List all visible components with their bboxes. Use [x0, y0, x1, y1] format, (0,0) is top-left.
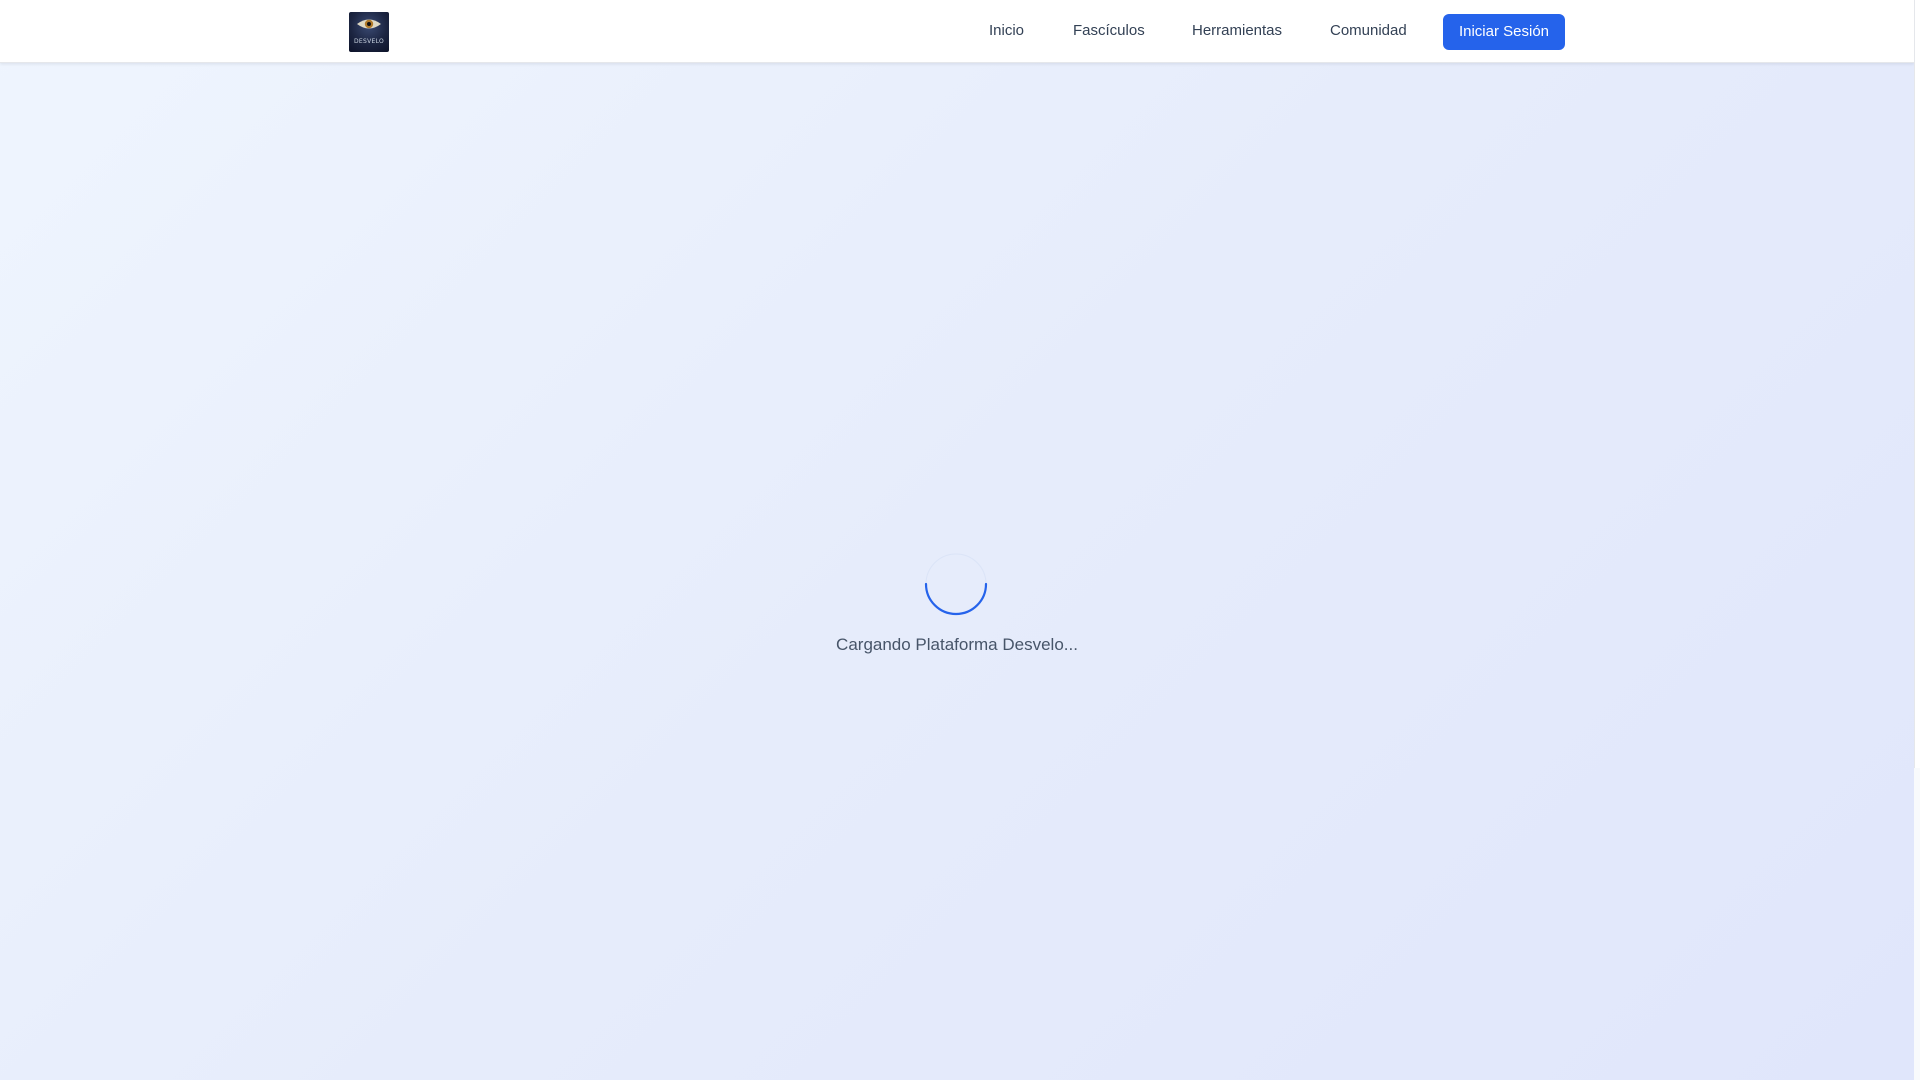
spinner-icon — [924, 553, 988, 616]
nav-link-inicio[interactable]: Inicio — [989, 21, 1024, 41]
app-root: DESVELO Inicio Fascículos Herramientas C… — [0, 0, 1914, 1080]
login-button[interactable]: Iniciar Sesión — [1443, 14, 1565, 50]
eye-icon — [357, 19, 381, 29]
nav-link-comunidad[interactable]: Comunidad — [1330, 21, 1407, 41]
brand-logo[interactable]: DESVELO — [349, 12, 389, 52]
nav-link-fasciculos[interactable]: Fascículos — [1073, 21, 1145, 41]
loading-message: Cargando Plataforma Desvelo... — [836, 635, 1078, 654]
scrollbar-thumb[interactable] — [1914, 0, 1920, 768]
nav-link-herramientas[interactable]: Herramientas — [1192, 21, 1282, 41]
top-navbar: DESVELO Inicio Fascículos Herramientas C… — [0, 0, 1914, 63]
logo-wordmark: DESVELO — [353, 38, 385, 45]
